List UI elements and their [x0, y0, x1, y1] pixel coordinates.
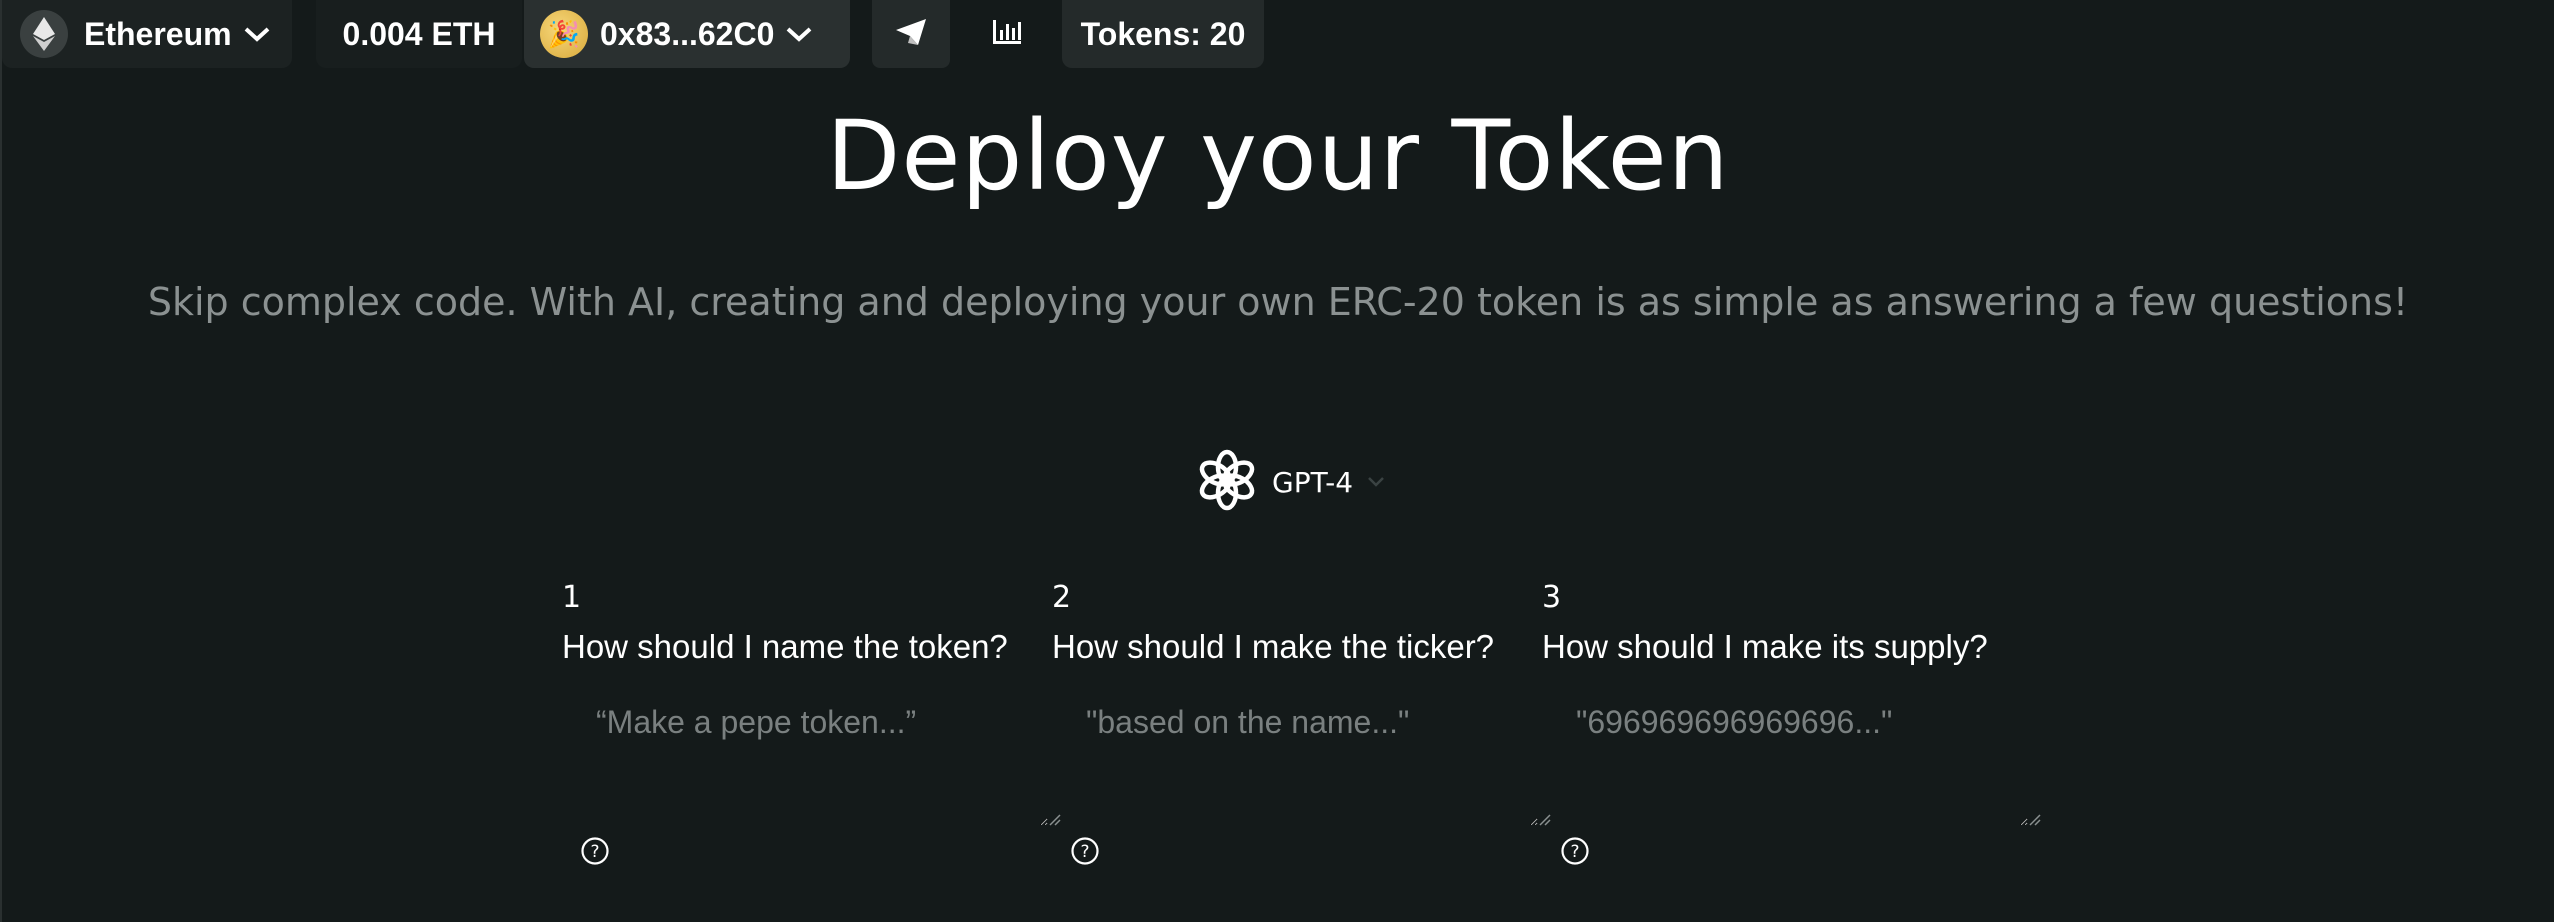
tokens-counter[interactable]: Tokens: 20 — [1062, 0, 1264, 68]
network-label: Ethereum — [84, 15, 232, 52]
question-label: How should I make its supply? — [1542, 628, 1988, 665]
app-page: Ethereum 0.004 ETH 🎉 0x83...62C0 Tokens:… — [0, 0, 2554, 922]
page-title: Deploy your Token — [826, 100, 1730, 212]
chevron-down-icon — [1367, 476, 1385, 488]
ethereum-icon — [20, 10, 68, 58]
question-label: How should I make the ticker? — [1052, 628, 1495, 665]
question-supply: 3 How should I make its supply? ? — [1542, 580, 2041, 865]
network-selector[interactable]: Ethereum — [2, 0, 292, 68]
question-label: How should I name the token? — [562, 628, 1008, 665]
svg-text:?: ? — [1570, 842, 1579, 862]
top-bar: Ethereum 0.004 ETH 🎉 0x83...62C0 Tokens:… — [2, 0, 2554, 68]
wallet-address: 0x83...62C0 — [600, 15, 775, 52]
help-icon[interactable]: ? — [580, 836, 610, 870]
wallet-button[interactable]: 🎉 0x83...62C0 — [524, 0, 850, 68]
help-icon[interactable]: ? — [1560, 836, 1590, 870]
model-label: GPT-4 — [1272, 465, 1354, 499]
balance-display: 0.004 ETH — [316, 0, 522, 68]
question-ticker: 2 How should I make the ticker? ? — [1052, 580, 1551, 865]
paper-plane-icon — [896, 19, 926, 49]
step-number: 3 — [1542, 580, 1562, 615]
chevron-down-icon — [244, 26, 270, 42]
supply-input[interactable] — [1542, 690, 2028, 826]
balance-value: 0.004 ETH — [342, 15, 496, 52]
model-selector[interactable]: GPT-4 — [1196, 446, 1385, 518]
avatar: 🎉 — [540, 10, 588, 58]
openai-logo-icon — [1196, 449, 1258, 515]
svg-text:?: ? — [1080, 842, 1089, 862]
stats-button[interactable] — [968, 0, 1046, 68]
page-subtitle: Skip complex code. With AI, creating and… — [147, 280, 2409, 324]
bar-chart-icon — [991, 18, 1023, 50]
svg-text:?: ? — [590, 842, 599, 862]
step-number: 2 — [1052, 580, 1072, 615]
step-number: 1 — [562, 580, 582, 615]
help-icon[interactable]: ? — [1070, 836, 1100, 870]
tokens-label: Tokens: 20 — [1080, 15, 1246, 52]
resize-handle-icon[interactable] — [2028, 812, 2042, 831]
question-name: 1 How should I name the token? ? — [562, 580, 1061, 865]
ticker-input[interactable] — [1052, 690, 1538, 826]
send-button[interactable] — [872, 0, 950, 68]
token-name-input[interactable] — [562, 690, 1048, 826]
chevron-down-icon — [786, 26, 812, 42]
